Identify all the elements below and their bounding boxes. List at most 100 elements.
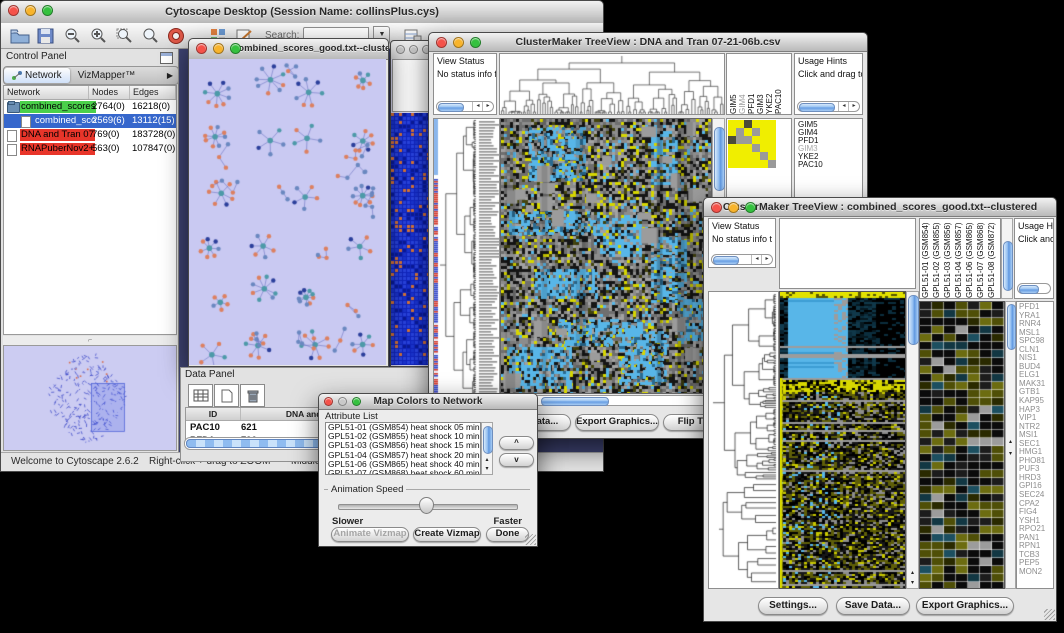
zoom-heatmap-canvas[interactable] <box>920 302 1004 588</box>
zoom-heatmap-panel[interactable] <box>919 301 1005 589</box>
scrollbar-thumb[interactable] <box>908 295 919 345</box>
export-graphics-button[interactable]: Export Graphics... <box>575 414 659 431</box>
row-dendrogram-panel[interactable] <box>708 291 779 589</box>
scrollbar-thumb[interactable] <box>1003 241 1013 291</box>
overview-splitter[interactable]: ⌐ <box>3 336 177 345</box>
attribute-table-icon[interactable] <box>188 384 213 407</box>
attribute-list-item[interactable]: GPL51-07 (GSM868) heat shock 60 min <box>326 469 480 475</box>
dense-network-canvas[interactable] <box>391 113 431 365</box>
close-icon[interactable] <box>396 45 405 54</box>
network-list-row[interactable]: combined_scores 2764(0) 16218(0) <box>4 100 176 114</box>
open-file-icon[interactable] <box>9 26 31 46</box>
close-icon[interactable] <box>324 397 333 406</box>
treeview1-titlebar[interactable]: ClusterMaker TreeView : DNA and Tran 07-… <box>429 33 867 52</box>
column-dendrogram-panel[interactable] <box>499 53 725 115</box>
row-dendrogram-panel[interactable] <box>433 118 500 401</box>
close-icon[interactable] <box>711 202 722 213</box>
usage-hints-hscrollbar[interactable] <box>1017 283 1051 294</box>
float-panel-icon[interactable] <box>160 52 173 64</box>
heatmap-vscrollbar[interactable]: ▴ ▾ <box>906 291 919 589</box>
dialog-titlebar[interactable]: Map Colors to Network <box>319 394 537 410</box>
close-icon[interactable] <box>436 37 447 48</box>
scrollbar-thumb[interactable] <box>541 397 609 406</box>
move-up-button[interactable]: ^ <box>499 436 534 450</box>
scroll-right-icon[interactable]: ▸ <box>482 102 493 111</box>
new-attribute-icon[interactable] <box>214 384 239 407</box>
main-titlebar[interactable]: Cytoscape Desktop (Session Name: collins… <box>1 1 603 24</box>
zoom-window-icon[interactable] <box>352 397 361 406</box>
scrollbar-thumb[interactable] <box>1019 285 1039 294</box>
network-list-row[interactable]: RNAPuberNov2+ 563(0) 107847(0) <box>4 142 176 156</box>
delete-attribute-icon[interactable] <box>240 384 265 407</box>
resize-grip[interactable] <box>1044 609 1055 620</box>
gene-label[interactable]: MON2 <box>1019 568 1053 577</box>
zoom-window-icon[interactable] <box>470 37 481 48</box>
scroll-up-icon[interactable]: ▴ <box>907 568 918 578</box>
column-dendrogram-canvas[interactable] <box>500 54 724 114</box>
zoom-fit-icon[interactable] <box>139 26 161 46</box>
row-dendrogram-canvas[interactable] <box>434 119 499 400</box>
scroll-down-icon[interactable]: ▾ <box>907 578 918 588</box>
resize-grip[interactable] <box>525 534 536 545</box>
scroll-down-icon[interactable]: ▾ <box>1006 449 1015 459</box>
attribute-list-vscrollbar[interactable]: ▴ ▾ <box>481 422 493 475</box>
close-icon[interactable] <box>8 5 19 16</box>
done-button[interactable]: Done <box>486 527 529 542</box>
zoom-window-icon[interactable] <box>230 43 241 54</box>
background-window-titlebar[interactable] <box>391 41 433 60</box>
scrollbar-thumb[interactable] <box>714 127 725 191</box>
tabs-overflow-icon[interactable]: ▶ <box>167 71 178 80</box>
scrollbar-thumb[interactable] <box>1007 304 1016 350</box>
scroll-down-icon[interactable]: ▾ <box>482 464 492 474</box>
minimize-icon[interactable] <box>213 43 224 54</box>
create-vizmap-button[interactable]: Create Vizmap <box>413 527 481 542</box>
view-status-hscrollbar[interactable]: ◂ ▸ <box>711 254 773 265</box>
save-icon[interactable] <box>35 26 57 46</box>
global-heatmap-panel[interactable] <box>500 118 712 394</box>
zoom-in-icon[interactable] <box>87 26 109 46</box>
scrollbar-thumb[interactable] <box>438 103 464 112</box>
minimize-icon[interactable] <box>409 45 418 54</box>
zoom-selected-icon[interactable] <box>113 26 135 46</box>
animate-vizmap-button[interactable]: Animate Vizmap <box>331 527 409 542</box>
settings-button[interactable]: Settings... <box>758 597 828 615</box>
save-data-button[interactable]: Save Data... <box>836 597 910 615</box>
minimize-icon[interactable] <box>25 5 36 16</box>
overview-canvas[interactable] <box>5 347 175 449</box>
network-view-titlebar[interactable]: combined_scores_good.txt--cluste... <box>189 39 388 60</box>
network-list-row[interactable]: DNA and Tran 07 769(0) 183728(0) <box>4 128 176 142</box>
usage-hints-hscrollbar[interactable]: ◂ ▸ <box>797 101 860 112</box>
help-icon[interactable] <box>165 26 187 46</box>
global-heatmap-canvas[interactable] <box>501 119 711 393</box>
close-icon[interactable] <box>196 43 207 54</box>
treeview2-titlebar[interactable]: ClusterMaker TreeView : combined_scores_… <box>704 198 1056 217</box>
view-status-hscrollbar[interactable]: ◂ ▸ <box>436 101 494 112</box>
column-dendrogram-panel[interactable] <box>779 218 916 289</box>
network-overview-panel[interactable] <box>3 345 177 451</box>
row-dendrogram-canvas[interactable] <box>709 292 778 588</box>
scrollbar-thumb[interactable] <box>483 426 493 454</box>
network-canvas[interactable] <box>189 59 386 365</box>
global-heatmap-panel[interactable] <box>779 291 906 589</box>
labels-vscrollbar[interactable] <box>1001 218 1013 299</box>
global-heatmap-canvas[interactable] <box>780 292 905 588</box>
scroll-right-icon[interactable]: ▸ <box>761 255 772 264</box>
zoom-out-icon[interactable] <box>61 26 83 46</box>
zoom-heatmap-matrix[interactable] <box>728 120 776 168</box>
zoom-window-icon[interactable] <box>745 202 756 213</box>
minimize-icon[interactable] <box>338 397 347 406</box>
scroll-right-icon[interactable]: ▸ <box>848 102 859 111</box>
zoom-window-icon[interactable] <box>42 5 53 16</box>
minimize-icon[interactable] <box>453 37 464 48</box>
scrollbar-thumb[interactable] <box>713 256 739 265</box>
minimize-icon[interactable] <box>728 202 739 213</box>
tab-vizmapper[interactable]: VizMapper™ <box>70 68 144 83</box>
network-list-row[interactable]: combined_sco 2569(6) 13112(15) <box>4 114 176 128</box>
scrollbar-thumb[interactable] <box>799 103 835 112</box>
export-graphics-button[interactable]: Export Graphics... <box>916 597 1014 615</box>
tab-network[interactable]: Network <box>4 68 70 83</box>
move-down-button[interactable]: v <box>499 453 534 467</box>
gene-label[interactable]: PAC10 <box>798 161 862 169</box>
scroll-up-icon[interactable]: ▴ <box>1006 437 1015 447</box>
zoom-vscrollbar[interactable]: ▴ ▾ <box>1005 301 1016 589</box>
